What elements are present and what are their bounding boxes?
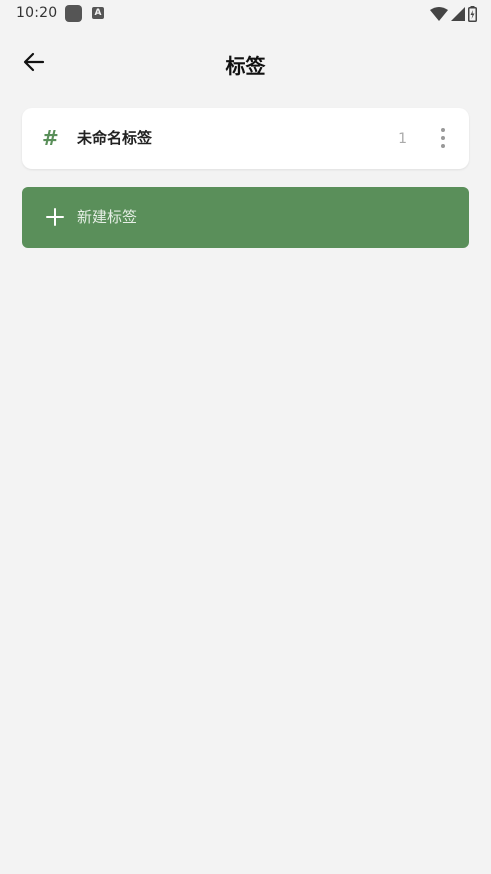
page-title: 标签 xyxy=(225,54,266,78)
wifi-icon xyxy=(430,7,448,21)
tag-count: 1 xyxy=(398,131,407,147)
tag-name: 未命名标签 xyxy=(77,129,153,147)
status-bar: 10:20 A xyxy=(0,0,491,28)
a-app-icon: A xyxy=(92,7,104,19)
tag-list-item[interactable]: # 未命名标签 1 xyxy=(22,108,469,169)
new-tag-label: 新建标签 xyxy=(77,208,138,226)
status-right-icons xyxy=(430,5,477,23)
app-bar: 标签 xyxy=(0,28,491,98)
plus-icon xyxy=(46,208,64,226)
battery-icon xyxy=(468,6,477,22)
hash-icon: # xyxy=(42,126,59,150)
more-vertical-icon[interactable] xyxy=(431,123,455,153)
notification-square-icon xyxy=(65,5,82,22)
new-tag-button[interactable]: 新建标签 xyxy=(22,187,469,248)
signal-icon xyxy=(451,7,465,21)
status-time: 10:20 xyxy=(16,5,58,21)
